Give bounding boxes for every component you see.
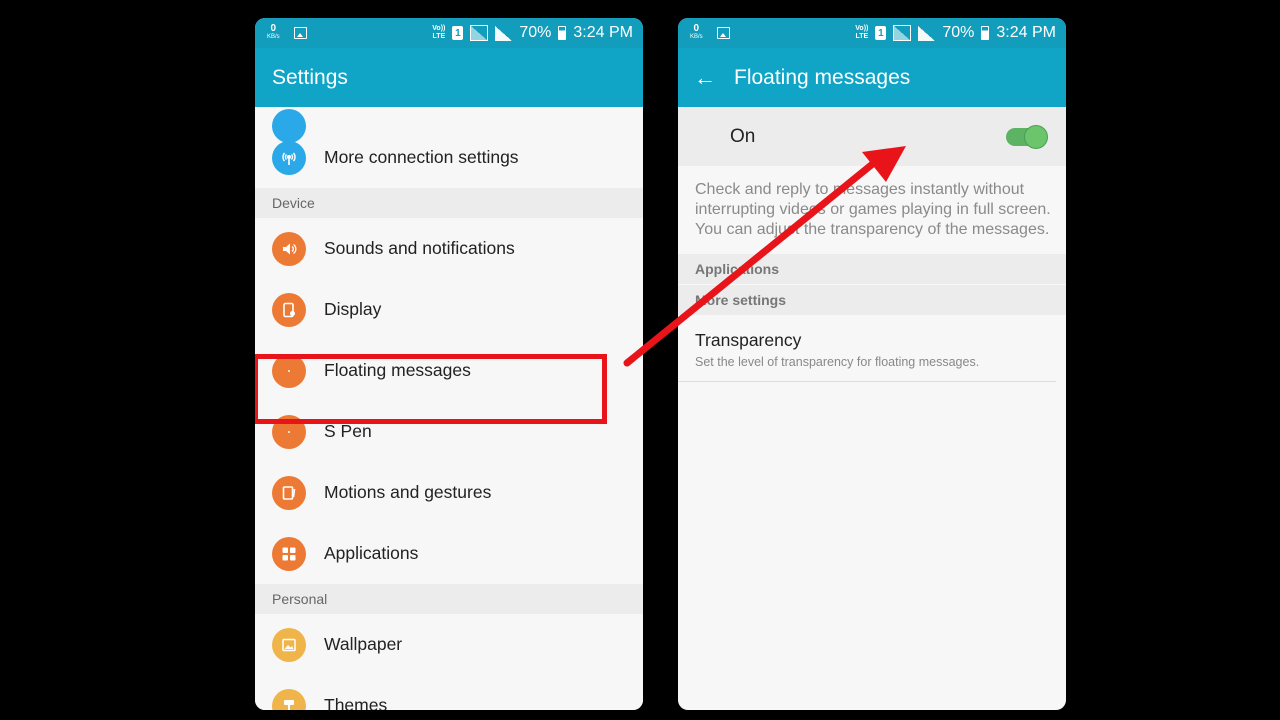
settings-item-more-connection[interactable]: More connection settings (255, 127, 643, 188)
motion-icon (272, 475, 306, 510)
signal-icon-sim2 (918, 25, 936, 41)
status-bar: 0 KB/s Vo)) LTE 1 70% 3:24 PM (255, 18, 643, 48)
clock: 3:24 PM (573, 24, 633, 41)
sim-icon: 1 (875, 26, 887, 40)
section-header-personal: Personal (255, 584, 643, 614)
settings-item-label: Themes (324, 695, 388, 710)
settings-item-label: S Pen (324, 421, 372, 441)
app-bar: Settings (255, 48, 643, 107)
settings-item-label: Motions and gestures (324, 482, 492, 502)
section-header-applications: Applications (678, 254, 1066, 284)
settings-item-themes[interactable]: Themes (255, 675, 643, 710)
toggle-label: On (730, 125, 756, 147)
settings-item-wallpaper[interactable]: Wallpaper (255, 614, 643, 675)
app-bar: ← Floating messages (678, 48, 1066, 107)
settings-item-display[interactable]: Display (255, 279, 643, 340)
transparency-setting[interactable]: Transparency Set the level of transparen… (678, 315, 1056, 382)
volte-icon: Vo)) LTE (855, 25, 869, 40)
gallery-notification-icon (716, 27, 730, 39)
status-bar: 0 KB/s Vo)) LTE 1 70% 3:24 PM (678, 18, 1066, 48)
floating-messages-screen: 0 KB/s Vo)) LTE 1 70% 3:24 PM ← Floating … (678, 18, 1066, 710)
page-title: Floating messages (734, 65, 911, 89)
transparency-title: Transparency (695, 330, 802, 350)
master-toggle-row[interactable]: On (678, 107, 1066, 166)
switch-knob (1024, 124, 1048, 149)
volte-icon: Vo)) LTE (432, 25, 446, 40)
transparency-subtitle: Set the level of transparency for floati… (695, 355, 980, 369)
on-off-switch[interactable] (1006, 124, 1048, 149)
sim-icon: 1 (452, 26, 464, 40)
settings-item-label: Sounds and notifications (324, 238, 515, 258)
partial-item-icon (272, 109, 306, 143)
battery-icon (981, 26, 990, 40)
grid-icon (272, 536, 306, 571)
section-header-device: Device (255, 188, 643, 218)
wifi-tower-icon (272, 140, 306, 175)
section-header-more-settings: More settings (678, 284, 1066, 315)
back-arrow-icon[interactable]: ← (694, 65, 716, 91)
image-icon (272, 627, 306, 662)
settings-item-label: More connection settings (324, 147, 519, 167)
page-title: Settings (272, 65, 348, 89)
signal-icon-sim1 (470, 25, 489, 41)
settings-item-motions[interactable]: Motions and gestures (255, 462, 643, 523)
battery-percent: 70% (942, 24, 975, 41)
settings-item-label: Wallpaper (324, 634, 403, 654)
signal-icon-sim2 (495, 25, 513, 41)
signal-icon-sim1 (893, 25, 912, 41)
speaker-icon (272, 231, 306, 266)
network-speed: 0 KB/s (690, 23, 703, 41)
display-icon (272, 292, 306, 327)
settings-item-label: Applications (324, 543, 419, 563)
brush-icon (272, 688, 306, 710)
settings-item-sounds[interactable]: Sounds and notifications (255, 218, 643, 279)
feature-description: Check and reply to messages instantly wi… (695, 181, 1051, 238)
network-speed: 0 KB/s (267, 23, 280, 41)
settings-item-label: Display (324, 299, 382, 319)
settings-screen: 0 KB/s Vo)) LTE 1 70% 3:24 PM Settings Mo… (255, 18, 643, 710)
battery-percent: 70% (519, 24, 552, 41)
clock: 3:24 PM (996, 24, 1056, 41)
settings-list: More connection settings Device Sounds a… (255, 109, 643, 710)
highlight-box (255, 354, 607, 424)
battery-icon (558, 26, 567, 40)
settings-item-applications[interactable]: Applications (255, 523, 643, 584)
gallery-notification-icon (293, 27, 307, 39)
